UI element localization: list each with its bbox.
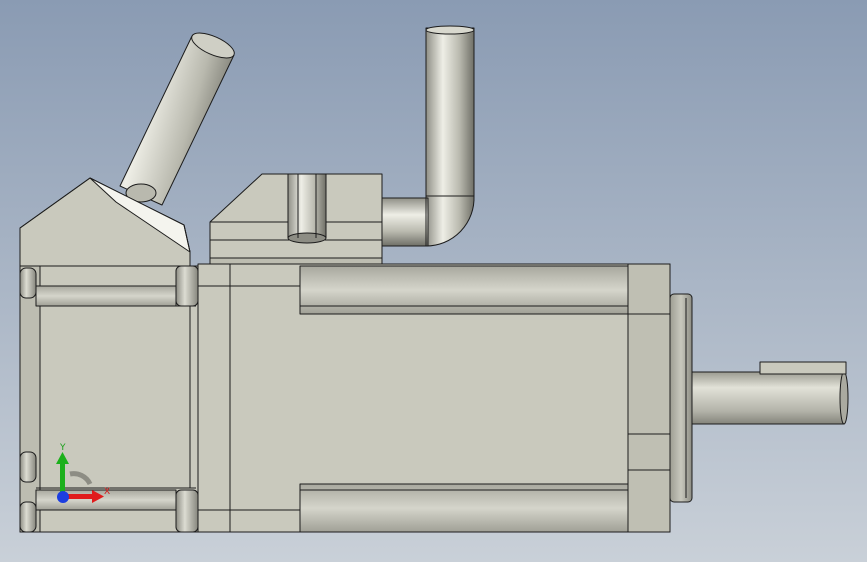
bolt-head-icon bbox=[175, 265, 199, 307]
shaft-key[interactable] bbox=[748, 361, 847, 375]
front-flange-pilot[interactable] bbox=[669, 293, 693, 503]
motor-housing[interactable] bbox=[197, 263, 671, 533]
axis-y-label: Y bbox=[60, 443, 66, 453]
bolt-head-icon bbox=[175, 489, 199, 533]
cad-viewport[interactable]: Y X bbox=[0, 0, 867, 562]
axis-x-label: X bbox=[104, 487, 111, 497]
bolt-head-icon bbox=[19, 267, 37, 299]
motor-model-view[interactable] bbox=[0, 0, 867, 562]
bolt-head-icon bbox=[19, 501, 37, 533]
y-axis-arrow-icon bbox=[60, 462, 65, 496]
output-shaft[interactable] bbox=[691, 371, 849, 425]
z-axis-dot-icon bbox=[57, 491, 69, 503]
bolt-head-icon bbox=[19, 451, 37, 483]
